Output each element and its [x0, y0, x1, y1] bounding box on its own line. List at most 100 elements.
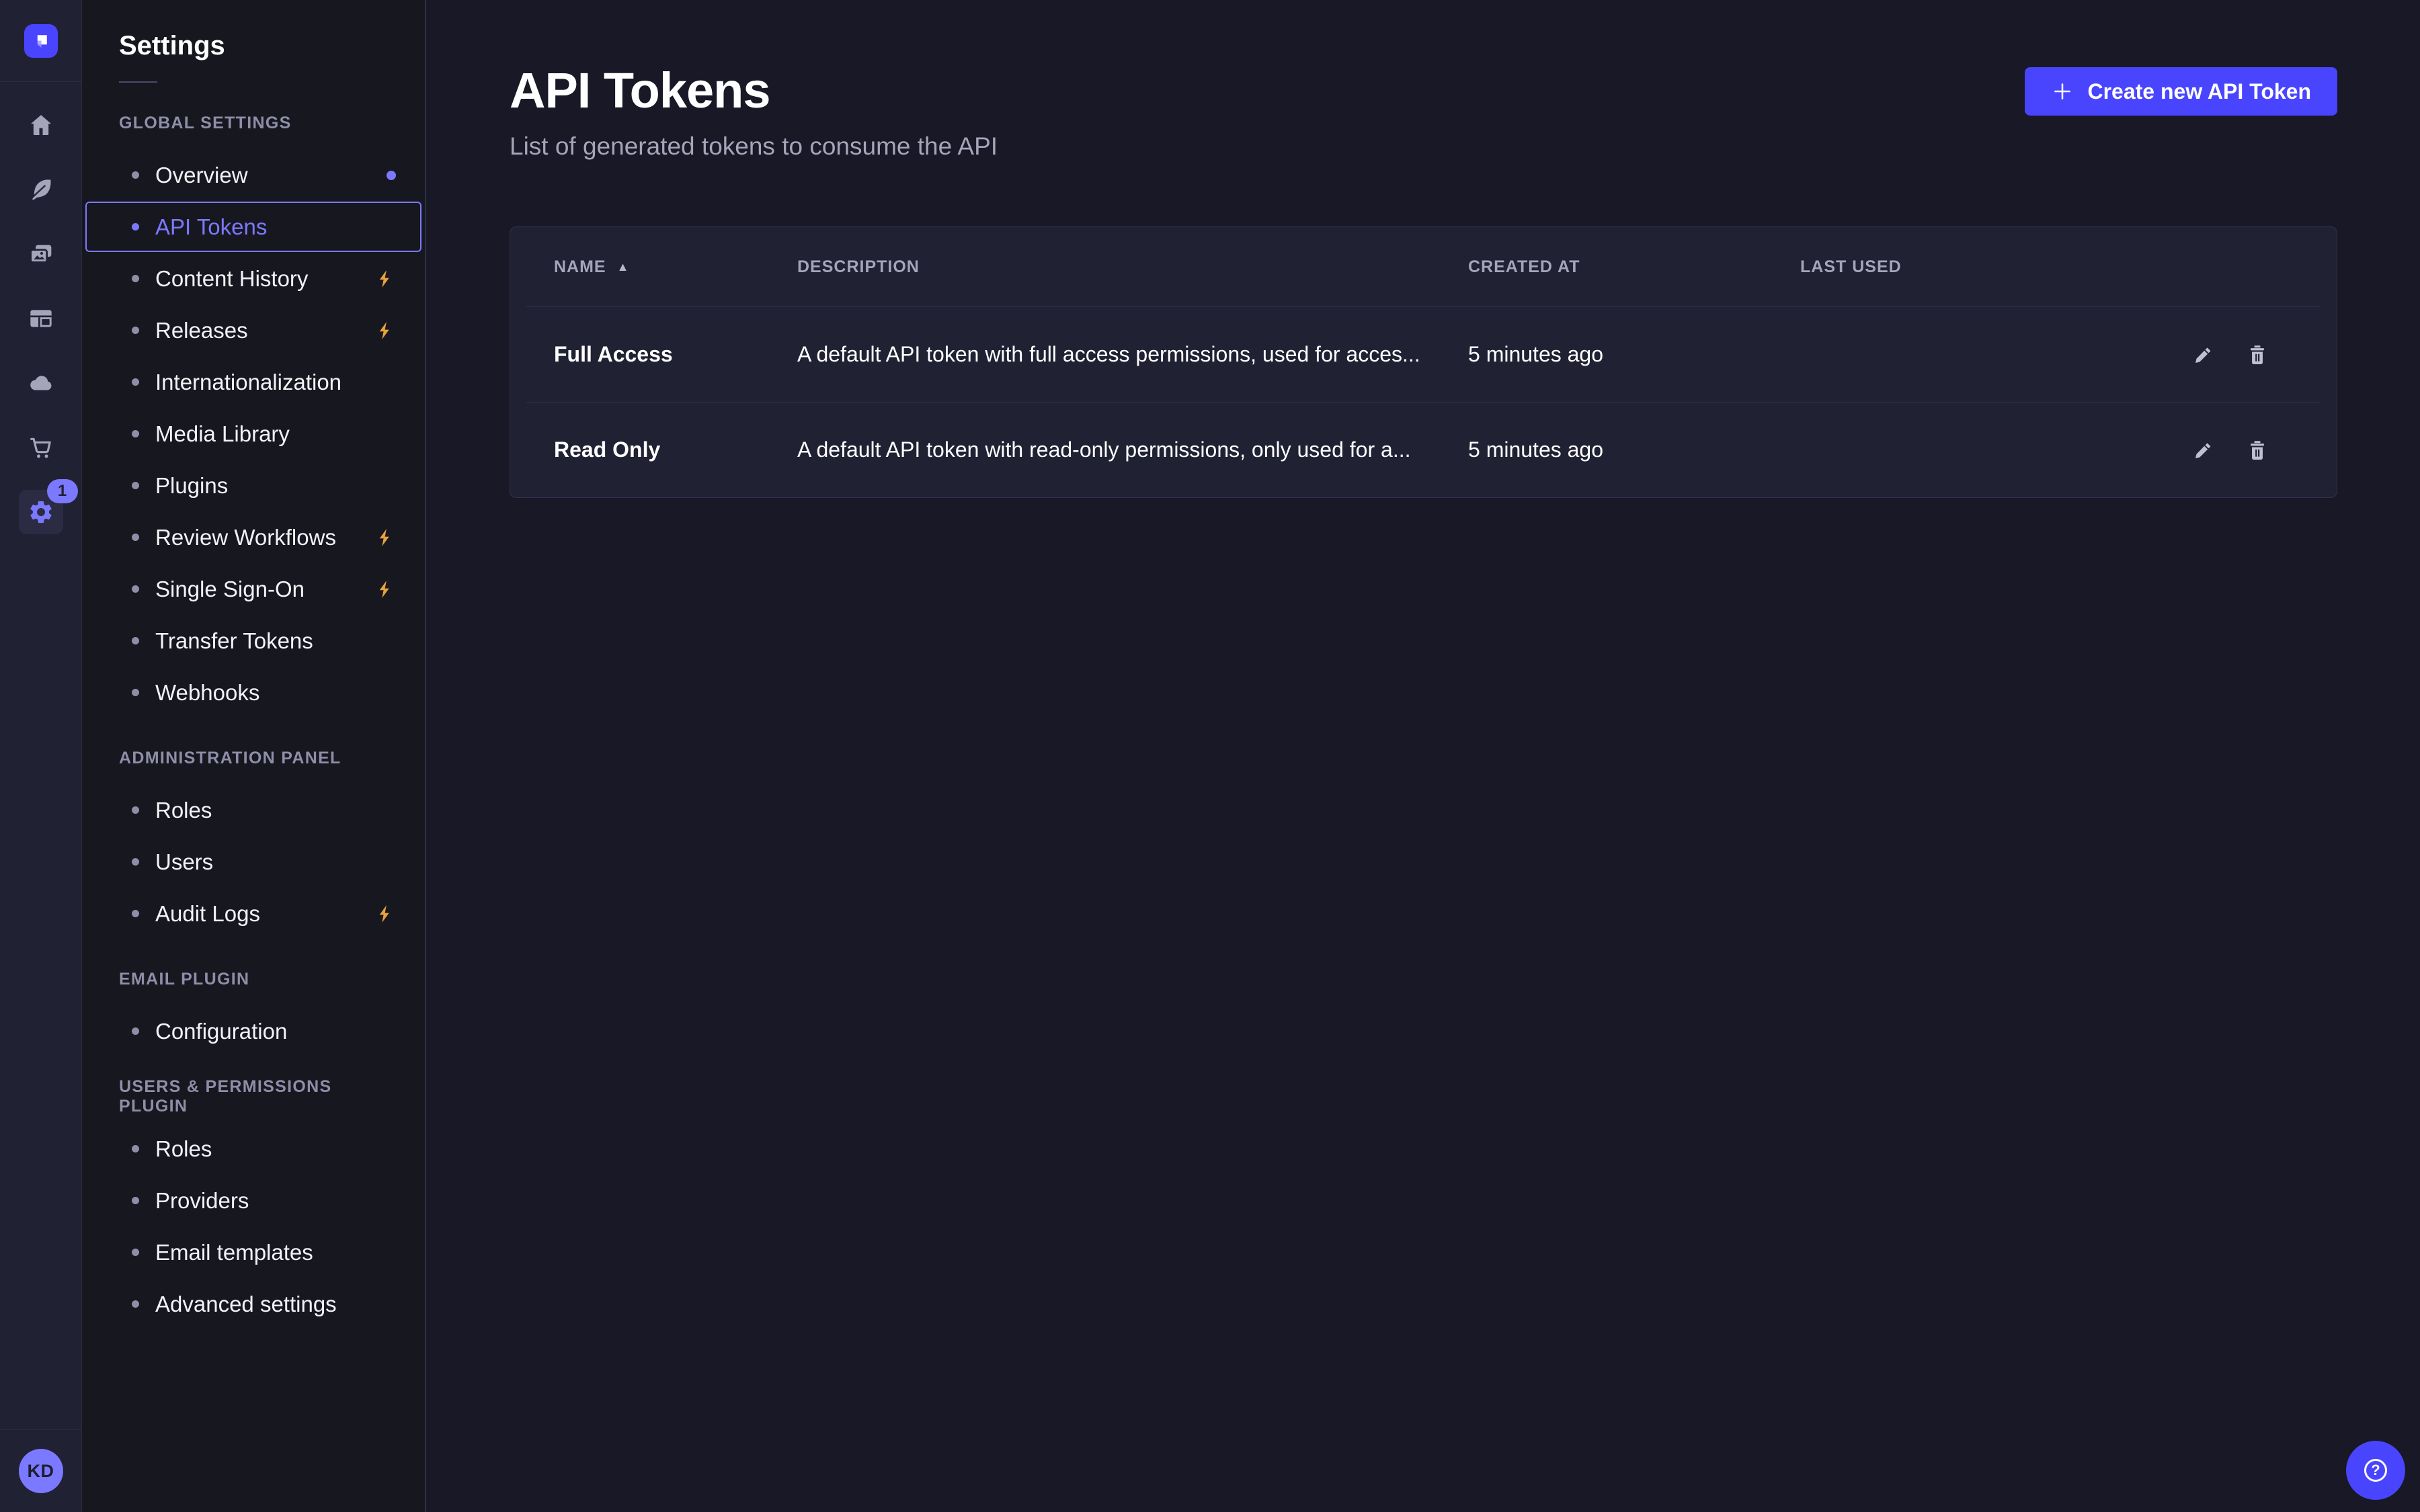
marketplace-cart-icon[interactable] — [9, 415, 73, 480]
table-row-full-access[interactable]: Full AccessA default API token with full… — [510, 307, 2337, 402]
plus-icon — [2051, 80, 2074, 103]
bullet-icon — [132, 1197, 139, 1204]
avatar[interactable]: KD — [19, 1449, 63, 1493]
sidebar-item-configuration[interactable]: Configuration — [85, 1006, 421, 1056]
sidebar-item-overview[interactable]: Overview — [85, 150, 421, 200]
sidebar-item-roles[interactable]: Roles — [85, 1124, 421, 1174]
delete-token-button[interactable] — [2245, 343, 2269, 367]
media-library-icon[interactable] — [9, 222, 73, 286]
page-title: API Tokens — [510, 62, 998, 119]
cell-description: A default API token with full access per… — [797, 342, 1468, 367]
sidebar-item-media-library[interactable]: Media Library — [85, 409, 421, 459]
lightning-icon — [374, 527, 396, 548]
item-right — [374, 320, 396, 341]
notifications-count-badge: 1 — [47, 479, 78, 503]
bullet-icon — [132, 910, 139, 917]
sidebar-item-review-workflows[interactable]: Review Workflows — [85, 512, 421, 562]
title-block: API Tokens List of generated tokens to c… — [510, 62, 998, 161]
lightning-icon — [374, 903, 396, 925]
sidebar-item-internationalization[interactable]: Internationalization — [85, 357, 421, 407]
sidebar-item-releases[interactable]: Releases — [85, 305, 421, 355]
item-right — [387, 171, 396, 180]
column-header-description[interactable]: DESCRIPTION — [797, 257, 1468, 277]
home-icon[interactable] — [9, 93, 73, 157]
sidebar-sections: GLOBAL SETTINGS Overview API Tokens Content… — [82, 112, 425, 1329]
item-right — [374, 268, 396, 290]
edit-icon — [2191, 343, 2216, 367]
bullet-icon — [132, 223, 139, 230]
bullet-icon — [132, 806, 139, 814]
divider — [119, 81, 157, 83]
content-header: API Tokens List of generated tokens to c… — [510, 62, 2337, 161]
strapi-logo[interactable] — [24, 24, 58, 58]
lightning-icon — [374, 320, 396, 341]
create-api-token-button[interactable]: Create new API Token — [2025, 67, 2337, 116]
column-header-last-used[interactable]: LAST USED — [1800, 257, 2177, 277]
sidebar-item-advanced-settings[interactable]: Advanced settings — [85, 1279, 421, 1329]
delete-icon — [2245, 438, 2269, 462]
page-subtitle: List of generated tokens to consume the … — [510, 132, 998, 161]
row-actions — [2177, 343, 2269, 367]
sidebar-section-label-email-plugin: EMAIL PLUGIN — [119, 968, 388, 990]
bullet-icon — [132, 637, 139, 644]
bullet-icon — [132, 585, 139, 593]
rail-icon-list: 1 — [9, 82, 73, 544]
content-manager-pen-icon[interactable] — [9, 157, 73, 222]
settings-nav-button[interactable]: 1 — [19, 490, 63, 534]
sidebar-item-label: Transfer Tokens — [155, 628, 313, 654]
cell-created-at: 5 minutes ago — [1468, 342, 1800, 367]
edit-token-button[interactable] — [2191, 438, 2216, 462]
bullet-icon — [132, 534, 139, 541]
row-actions — [2177, 438, 2269, 462]
sidebar-item-label: Webhooks — [155, 680, 259, 706]
sidebar-section-label-administration-panel: ADMINISTRATION PANEL — [119, 747, 388, 769]
bullet-icon — [132, 1300, 139, 1308]
cloud-icon[interactable] — [9, 351, 73, 415]
sidebar-item-label: Overview — [155, 163, 248, 188]
sidebar-item-email-templates[interactable]: Email templates — [85, 1227, 421, 1277]
bullet-icon — [132, 1145, 139, 1152]
bullet-icon — [132, 1249, 139, 1256]
sidebar-item-single-sign-on[interactable]: Single Sign-On — [85, 564, 421, 614]
sidebar-item-label: Roles — [155, 798, 212, 823]
sidebar-section-label-global-settings: GLOBAL SETTINGS — [119, 112, 388, 134]
item-right — [374, 903, 396, 925]
sidebar-item-providers[interactable]: Providers — [85, 1175, 421, 1226]
cell-created-at: 5 minutes ago — [1468, 437, 1800, 462]
item-right — [374, 579, 396, 600]
strapi-logo-icon — [30, 30, 52, 52]
sidebar-item-users[interactable]: Users — [85, 837, 421, 887]
sidebar-item-api-tokens[interactable]: API Tokens — [85, 202, 421, 252]
notification-dot — [387, 171, 396, 180]
sidebar-item-label: API Tokens — [155, 214, 267, 240]
item-right — [374, 527, 396, 548]
table-header-row: NAME▲DESCRIPTIONCREATED ATLAST USED — [510, 227, 2337, 306]
sidebar-item-content-history[interactable]: Content History — [85, 253, 421, 304]
sidebar-item-label: Media Library — [155, 421, 290, 447]
table-row-read-only[interactable]: Read OnlyA default API token with read-o… — [510, 403, 2337, 497]
sidebar-item-label: Content History — [155, 266, 308, 292]
sidebar-item-label: Users — [155, 849, 213, 875]
sidebar-item-webhooks[interactable]: Webhooks — [85, 667, 421, 718]
sort-asc-icon[interactable]: ▲ — [617, 260, 630, 274]
column-header-created-at[interactable]: CREATED AT — [1468, 257, 1800, 277]
sidebar-item-roles[interactable]: Roles — [85, 785, 421, 835]
sidebar-item-transfer-tokens[interactable]: Transfer Tokens — [85, 616, 421, 666]
content-type-builder-icon[interactable] — [9, 286, 73, 351]
sidebar-item-plugins[interactable]: Plugins — [85, 460, 421, 511]
edit-token-button[interactable] — [2191, 343, 2216, 367]
rail-bottom: KD — [0, 1429, 81, 1512]
create-api-token-label: Create new API Token — [2087, 79, 2311, 104]
sidebar-item-label: Advanced settings — [155, 1292, 337, 1317]
lightning-icon — [374, 579, 396, 600]
bullet-icon — [132, 482, 139, 489]
edit-icon — [2191, 438, 2216, 462]
sidebar-item-label: Single Sign-On — [155, 577, 305, 602]
delete-icon — [2245, 343, 2269, 367]
gear-icon — [28, 499, 54, 526]
help-button[interactable]: ? — [2346, 1441, 2405, 1500]
delete-token-button[interactable] — [2245, 438, 2269, 462]
bullet-icon — [132, 858, 139, 866]
column-header-name[interactable]: NAME▲ — [554, 257, 797, 277]
sidebar-item-audit-logs[interactable]: Audit Logs — [85, 888, 421, 939]
